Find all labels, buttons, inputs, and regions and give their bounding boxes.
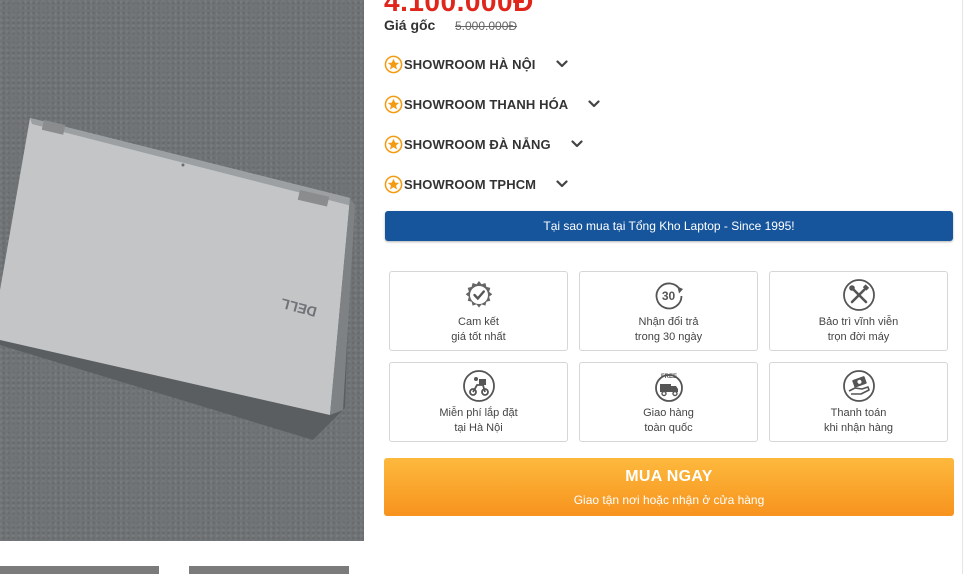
showroom-label: SHOWROOM ĐÀ NẴNG — [404, 136, 551, 152]
showroom-label: SHOWROOM TPHCM — [404, 176, 537, 192]
showroom-label: SHOWROOM THANH HÓA — [404, 96, 569, 112]
feature-line-2: tại Hà Nội — [454, 422, 503, 434]
thumbnail-2[interactable] — [189, 566, 349, 574]
showroom-tphcm[interactable]: SHOWROOM TPHCM — [384, 173, 568, 195]
feature-line-2: trong 30 ngày — [634, 331, 703, 343]
showroom-label: SHOWROOM HÀ NỘI — [404, 56, 536, 72]
delivery-scooter-icon — [462, 370, 495, 402]
buy-now-label: MUA NGAY — [625, 468, 713, 485]
showroom-da-nang[interactable]: SHOWROOM ĐÀ NẴNG — [384, 133, 583, 155]
feature-cash-on-delivery: Thanh toán khi nhận hàng — [769, 362, 948, 442]
feature-line-2: trọn đời máy — [827, 331, 890, 343]
why-buy-banner[interactable]: Tại sao mua tại Tổng Kho Laptop - Since … — [385, 211, 953, 241]
star-badge-icon — [384, 95, 403, 113]
buy-now-sublabel: Giao tận nơi hoặc nhận ở cửa hàng — [573, 493, 765, 507]
column-divider — [962, 0, 963, 574]
feature-return-30: 30 Nhận đổi trả trong 30 ngày — [579, 271, 758, 351]
feature-line-1: Giao hàng — [643, 407, 694, 419]
free-shipping-icon: FREE — [654, 374, 683, 402]
feature-line-1: Thanh toán — [830, 407, 887, 419]
feature-line-1: Bảo trì vĩnh viễn — [818, 316, 899, 328]
return-30-icon: 30 — [655, 282, 683, 310]
cash-hand-icon — [842, 370, 875, 402]
feature-line-2: toàn quốc — [644, 422, 693, 434]
original-price-label: Giá gốc — [384, 17, 436, 33]
chevron-down-icon[interactable] — [556, 180, 568, 188]
feature-maintenance: Bảo trì vĩnh viễn trọn đời máy — [769, 271, 948, 351]
chevron-down-icon[interactable] — [588, 100, 600, 108]
star-badge-icon — [384, 135, 403, 153]
feature-line-1: Nhận đổi trả — [638, 316, 699, 328]
showroom-ha-noi[interactable]: SHOWROOM HÀ NỘI — [384, 53, 568, 75]
feature-line-1: Cam kết — [458, 316, 499, 328]
svg-text:FREE: FREE — [660, 374, 676, 380]
laptop-image: DELL — [0, 118, 355, 440]
gear-check-icon — [465, 281, 492, 308]
star-badge-icon — [384, 55, 403, 73]
sale-price: 4.100.000Đ — [384, 0, 534, 17]
svg-text:30: 30 — [661, 289, 675, 303]
product-photo[interactable]: DELL — [0, 0, 364, 541]
chevron-down-icon[interactable] — [571, 140, 583, 148]
feature-line-2: giá tốt nhất — [451, 331, 506, 343]
showroom-thanh-hoa[interactable]: SHOWROOM THANH HÓA — [384, 93, 600, 115]
buy-now-button[interactable]: MUA NGAY Giao tận nơi hoặc nhận ở cửa hà… — [384, 458, 954, 516]
why-buy-text: Tại sao mua tại Tổng Kho Laptop - Since … — [543, 219, 795, 233]
star-badge-icon — [384, 175, 403, 193]
original-price: 5.000.000Đ — [455, 19, 518, 33]
thumbnail-1[interactable] — [0, 566, 159, 574]
feature-best-price: Cam kết giá tốt nhất — [389, 271, 568, 351]
tools-icon — [842, 279, 875, 311]
chevron-down-icon[interactable] — [555, 60, 568, 68]
feature-line-1: Miễn phí lắp đặt — [439, 407, 518, 419]
feature-line-2: khi nhận hàng — [823, 422, 894, 434]
feature-nationwide-shipping: FREE Giao hàng toàn quốc — [579, 362, 758, 442]
feature-free-install: Miễn phí lắp đặt tại Hà Nội — [389, 362, 568, 442]
